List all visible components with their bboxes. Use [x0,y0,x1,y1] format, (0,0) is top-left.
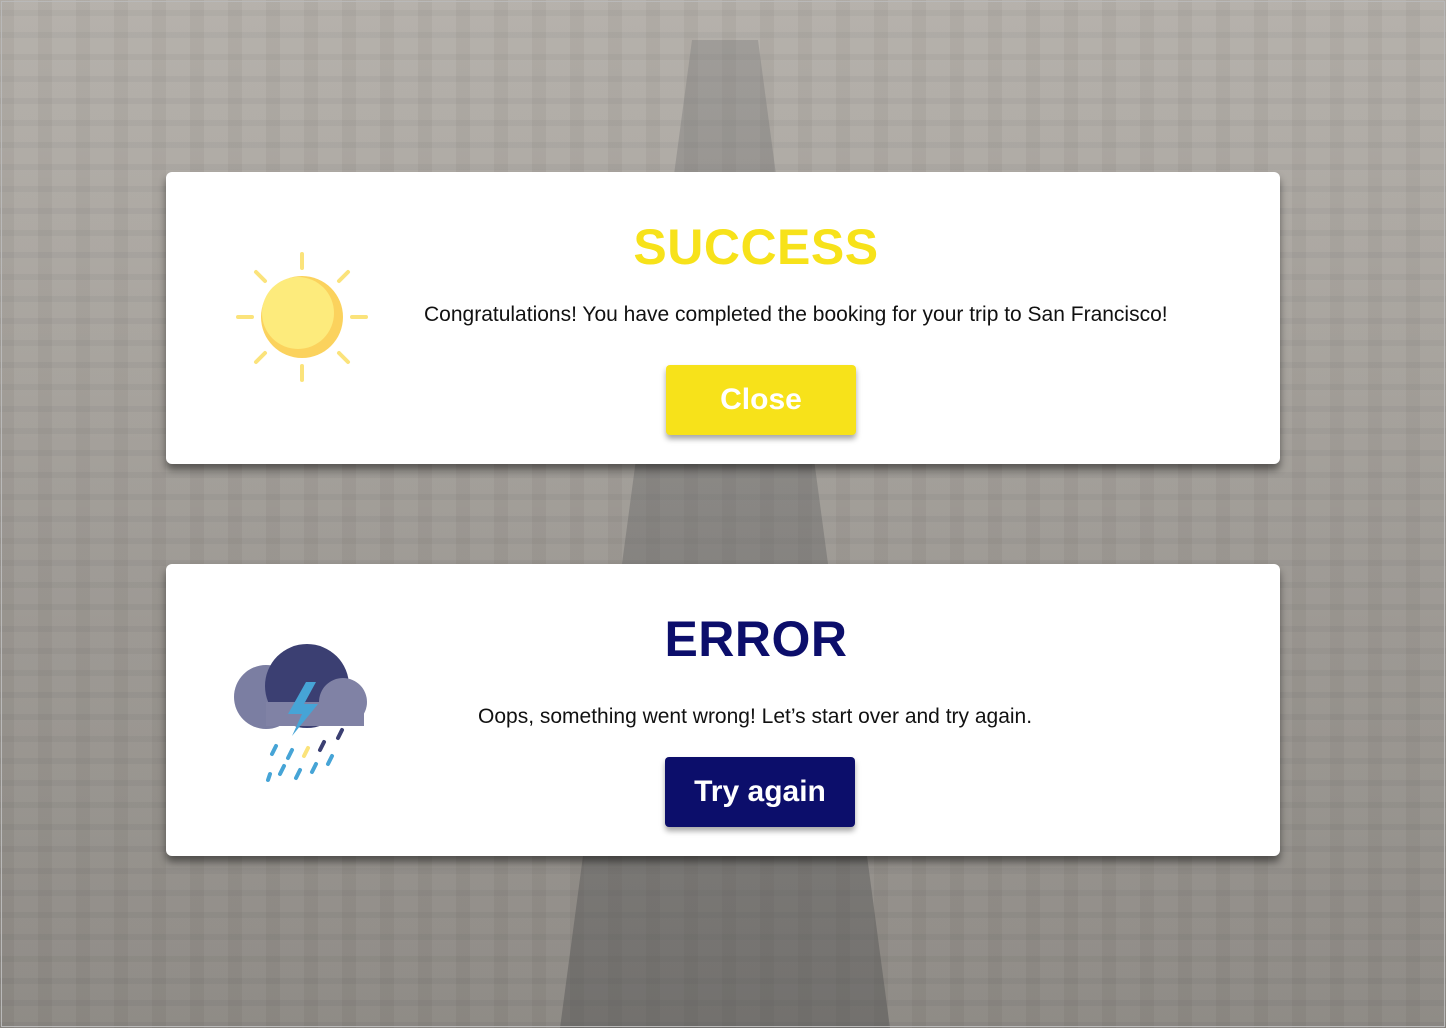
error-message: Oops, something went wrong! Let’s start … [478,705,1033,728]
close-button[interactable]: Close [666,365,856,435]
try-again-button[interactable]: Try again [665,757,855,827]
success-message: Congratulations! You have completed the … [424,303,1168,326]
error-dialog: ERROR Oops, something went wrong! Let’s … [166,564,1280,856]
success-title: SUCCESS [633,219,879,275]
error-title: ERROR [664,611,848,667]
success-dialog: SUCCESS Congratulations! You have comple… [166,172,1280,464]
